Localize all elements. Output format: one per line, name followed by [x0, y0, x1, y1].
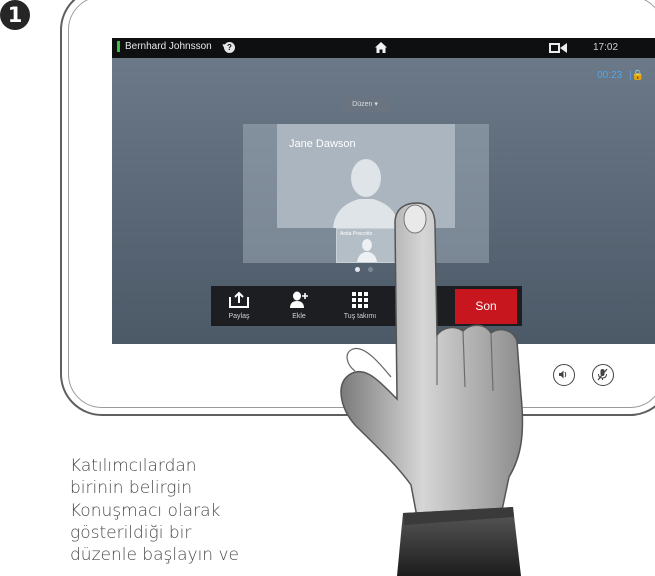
clock: 17:02 [593, 42, 619, 53]
mute-button[interactable] [592, 364, 614, 386]
microphone-muted-icon [597, 368, 608, 381]
help-icon[interactable]: ? [224, 42, 235, 53]
add-label: Ekle [292, 313, 306, 320]
layout-button-label: Düzen [352, 101, 373, 108]
add-person-icon [290, 291, 308, 308]
home-icon[interactable] [374, 41, 388, 54]
share-button[interactable]: Paylaş [211, 286, 267, 326]
camera-icon[interactable] [549, 43, 567, 53]
user-menu[interactable]: Bernhard Johnsson ▼ [117, 41, 229, 52]
instruction-line: Katılımcılardan [70, 456, 197, 476]
instruction-line: Konuşmacı olarak [70, 500, 221, 521]
status-bar: Bernhard Johnsson ▼ ? 17:02 [112, 38, 655, 58]
speaker-name: Jane Dawson [289, 138, 356, 150]
share-icon [229, 291, 249, 308]
pointing-hand-icon [340, 202, 524, 576]
lock-icon: |🔒 [628, 70, 644, 81]
layout-button[interactable]: Düzen ▾ [340, 97, 390, 113]
instruction-line: gösterildiği bir [70, 522, 192, 543]
share-label: Paylaş [228, 313, 250, 320]
instruction-text: Katılımcılardan birinin belirgin Konuşma… [70, 455, 310, 566]
call-timer: 00:23 |🔒 [597, 70, 644, 81]
presence-indicator [117, 41, 120, 52]
user-name: Bernhard Johnsson [125, 41, 212, 52]
add-participant-button[interactable]: Ekle [271, 286, 327, 326]
instruction-line: düzenle başlayın ve [70, 545, 239, 566]
chevron-down-icon: ▾ [374, 101, 378, 108]
call-duration: 00:23 [597, 70, 623, 81]
step-number-badge: 1 [0, 0, 30, 30]
instruction-line: birinin belirgin [70, 478, 192, 499]
